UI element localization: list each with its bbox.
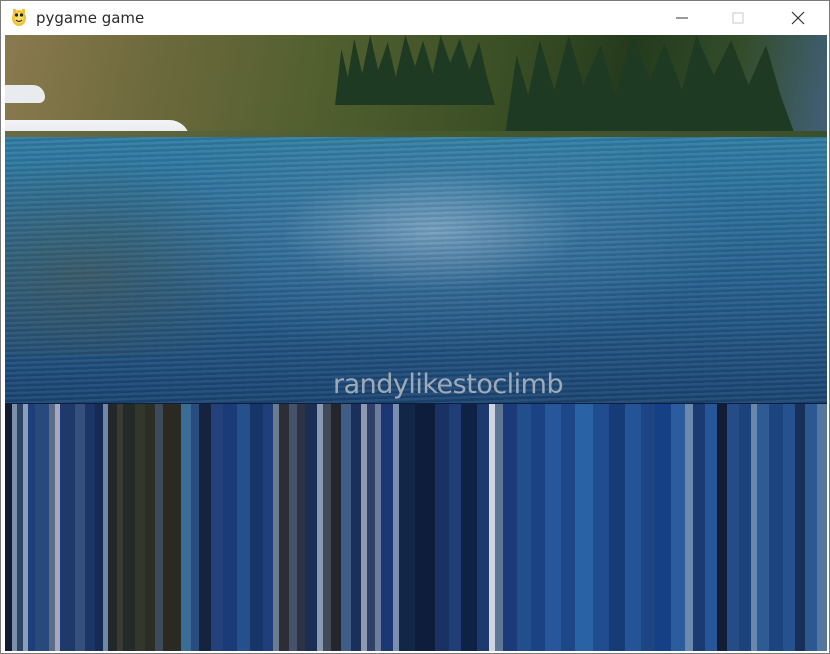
close-icon <box>791 11 805 25</box>
window-title: pygame game <box>36 9 145 27</box>
overlay-caption: randylikestoclimb <box>333 369 564 400</box>
close-button[interactable] <box>775 1 821 34</box>
pygame-window: pygame game randylikestoclimb <box>0 0 830 654</box>
maximize-button[interactable] <box>715 1 761 34</box>
lake-background-image: randylikestoclimb <box>5 35 827 403</box>
minimize-icon <box>676 17 688 19</box>
game-canvas[interactable]: randylikestoclimb <box>5 35 827 651</box>
maximize-icon <box>732 12 744 24</box>
snow-patch <box>5 85 45 103</box>
title-bar[interactable]: pygame game <box>1 1 829 34</box>
water-shade <box>5 155 265 355</box>
pixel-stretch-stripes <box>5 404 827 651</box>
pygame-snake-icon <box>9 7 29 27</box>
minimize-button[interactable] <box>659 1 705 34</box>
